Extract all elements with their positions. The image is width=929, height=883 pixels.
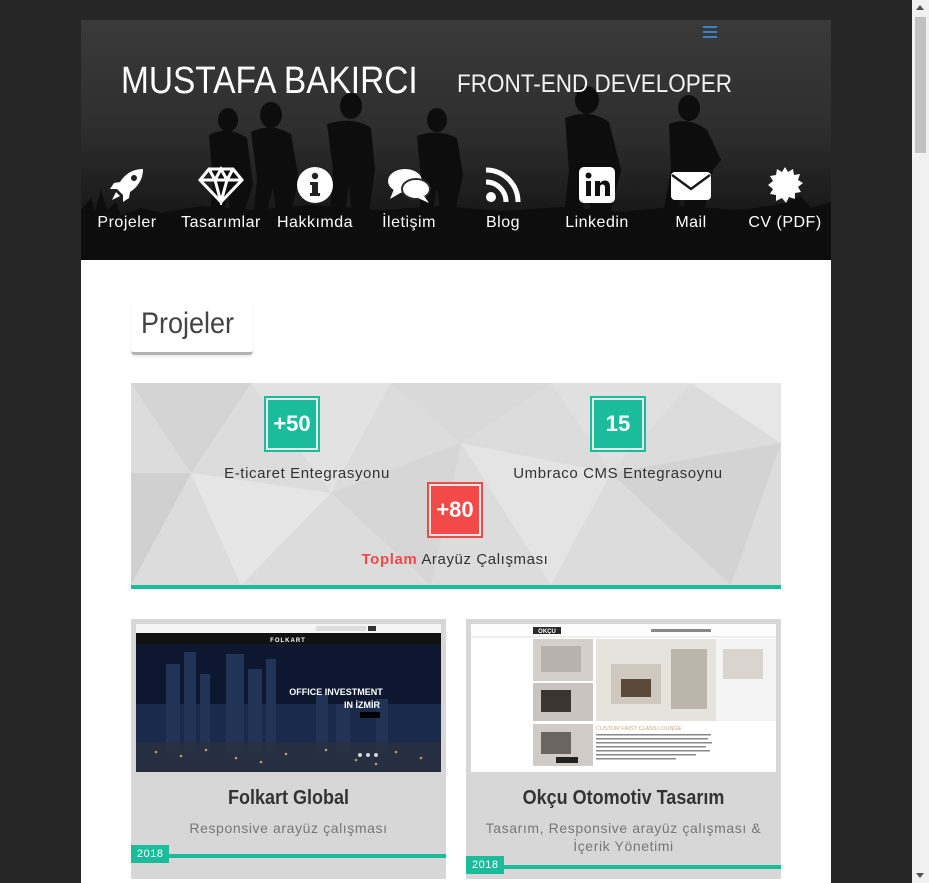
project-title[interactable]: Okçu Otomotiv Tasarım <box>482 787 766 810</box>
linkedin-icon <box>579 167 615 203</box>
main-nav: Projeler Tasarımlar Hakkımda İletişim Bl… <box>81 165 831 240</box>
nav-label: İletişim <box>382 214 436 231</box>
folkart-headline-2: IN İZMİR <box>344 700 380 710</box>
nav-label: Projeler <box>97 214 157 231</box>
card-accent-bar <box>131 854 446 858</box>
stat-label-umbraco: Umbraco CMS Entegrasoynu <box>513 465 723 482</box>
project-card-okcu[interactable]: OKÇU CUSTOM FIRST CLASS LOUNGE Okçu Otom… <box>466 619 781 879</box>
nav-label: CV (PDF) <box>748 214 822 231</box>
certificate-icon <box>768 167 803 203</box>
nav-item-tasarimlar[interactable]: Tasarımlar <box>175 165 267 232</box>
envelope-icon <box>671 172 711 200</box>
comments-icon <box>388 169 431 203</box>
scroll-down-arrow-icon[interactable] <box>916 873 924 878</box>
rocket-icon <box>110 169 143 202</box>
stat-value-eticaret: +50 <box>264 396 320 452</box>
nav-label: Tasarımlar <box>181 214 261 231</box>
stat-label-rest: Arayüz Çalışması <box>421 551 549 568</box>
nav-label: Blog <box>485 214 521 231</box>
stats-panel: +50 E-ticaret Entegrasyonu 15 Umbraco CM… <box>131 383 781 589</box>
card-accent-bar <box>466 865 781 869</box>
folkart-headline-1: OFFICE INVESTMENT <box>289 687 383 697</box>
rss-icon <box>485 167 521 203</box>
project-thumbnail-okcu[interactable]: OKÇU CUSTOM FIRST CLASS LOUNGE <box>471 624 776 772</box>
vertical-scrollbar[interactable] <box>912 0 929 883</box>
hamburger-menu-icon[interactable] <box>703 26 717 38</box>
stat-value-umbraco: 15 <box>590 396 646 452</box>
folkart-logo: FOLKART <box>270 638 306 644</box>
project-year-badge: 2018 <box>131 845 170 863</box>
page: MUSTAFA BAKIRCI FRONT-END DEVELOPER Proj… <box>81 20 831 883</box>
nav-item-hakkimda[interactable]: Hakkımda <box>269 165 361 232</box>
section-title: Projeler <box>131 302 253 355</box>
info-icon <box>297 167 333 203</box>
nav-item-mail[interactable]: Mail <box>645 165 737 232</box>
nav-item-cv[interactable]: CV (PDF) <box>739 165 831 232</box>
project-thumbnail-folkart[interactable]: FOLKART OFFICE INVESTMENT IN İZMİR <box>136 624 441 772</box>
stat-label-accent: Toplam <box>361 551 418 568</box>
nav-item-iletisim[interactable]: İletişim <box>363 165 455 232</box>
project-card-folkart[interactable]: FOLKART OFFICE INVESTMENT IN İZMİR Folka… <box>131 619 446 879</box>
okcu-screenshot: OKÇU CUSTOM FIRST CLASS LOUNGE <box>471 624 776 772</box>
section-title-text: Projeler <box>141 307 235 340</box>
okcu-logo: OKÇU <box>538 629 556 635</box>
diamond-icon <box>198 165 244 205</box>
nav-label: Hakkımda <box>276 214 354 231</box>
header: MUSTAFA BAKIRCI FRONT-END DEVELOPER Proj… <box>81 20 831 260</box>
nav-label: Linkedin <box>565 214 629 231</box>
project-year-badge: 2018 <box>466 856 505 874</box>
scroll-thumb[interactable] <box>915 17 926 153</box>
stat-label-eticaret: E-ticaret Entegrasyonu <box>224 465 390 482</box>
stat-value-toplam: +80 <box>427 482 483 538</box>
project-title[interactable]: Folkart Global <box>147 787 431 810</box>
project-description: Tasarım, Responsive arayüz çalışması & İ… <box>485 820 762 854</box>
nav-item-linkedin[interactable]: Linkedin <box>551 165 643 232</box>
brand-name[interactable]: MUSTAFA BAKIRCI <box>121 60 418 103</box>
scroll-up-arrow-icon[interactable] <box>916 5 924 10</box>
nav-item-projeler[interactable]: Projeler <box>81 165 173 232</box>
project-description: Responsive arayüz çalışması <box>189 820 388 836</box>
nav-label: Mail <box>675 214 707 231</box>
tagline: FRONT-END DEVELOPER <box>457 70 733 98</box>
stat-label-toplam: Toplam Arayüz Çalışması <box>331 551 579 568</box>
nav-item-blog[interactable]: Blog <box>457 165 549 232</box>
folkart-screenshot: FOLKART OFFICE INVESTMENT IN İZMİR <box>136 624 441 772</box>
okcu-caption: CUSTOM FIRST CLASS LOUNGE <box>596 726 682 732</box>
